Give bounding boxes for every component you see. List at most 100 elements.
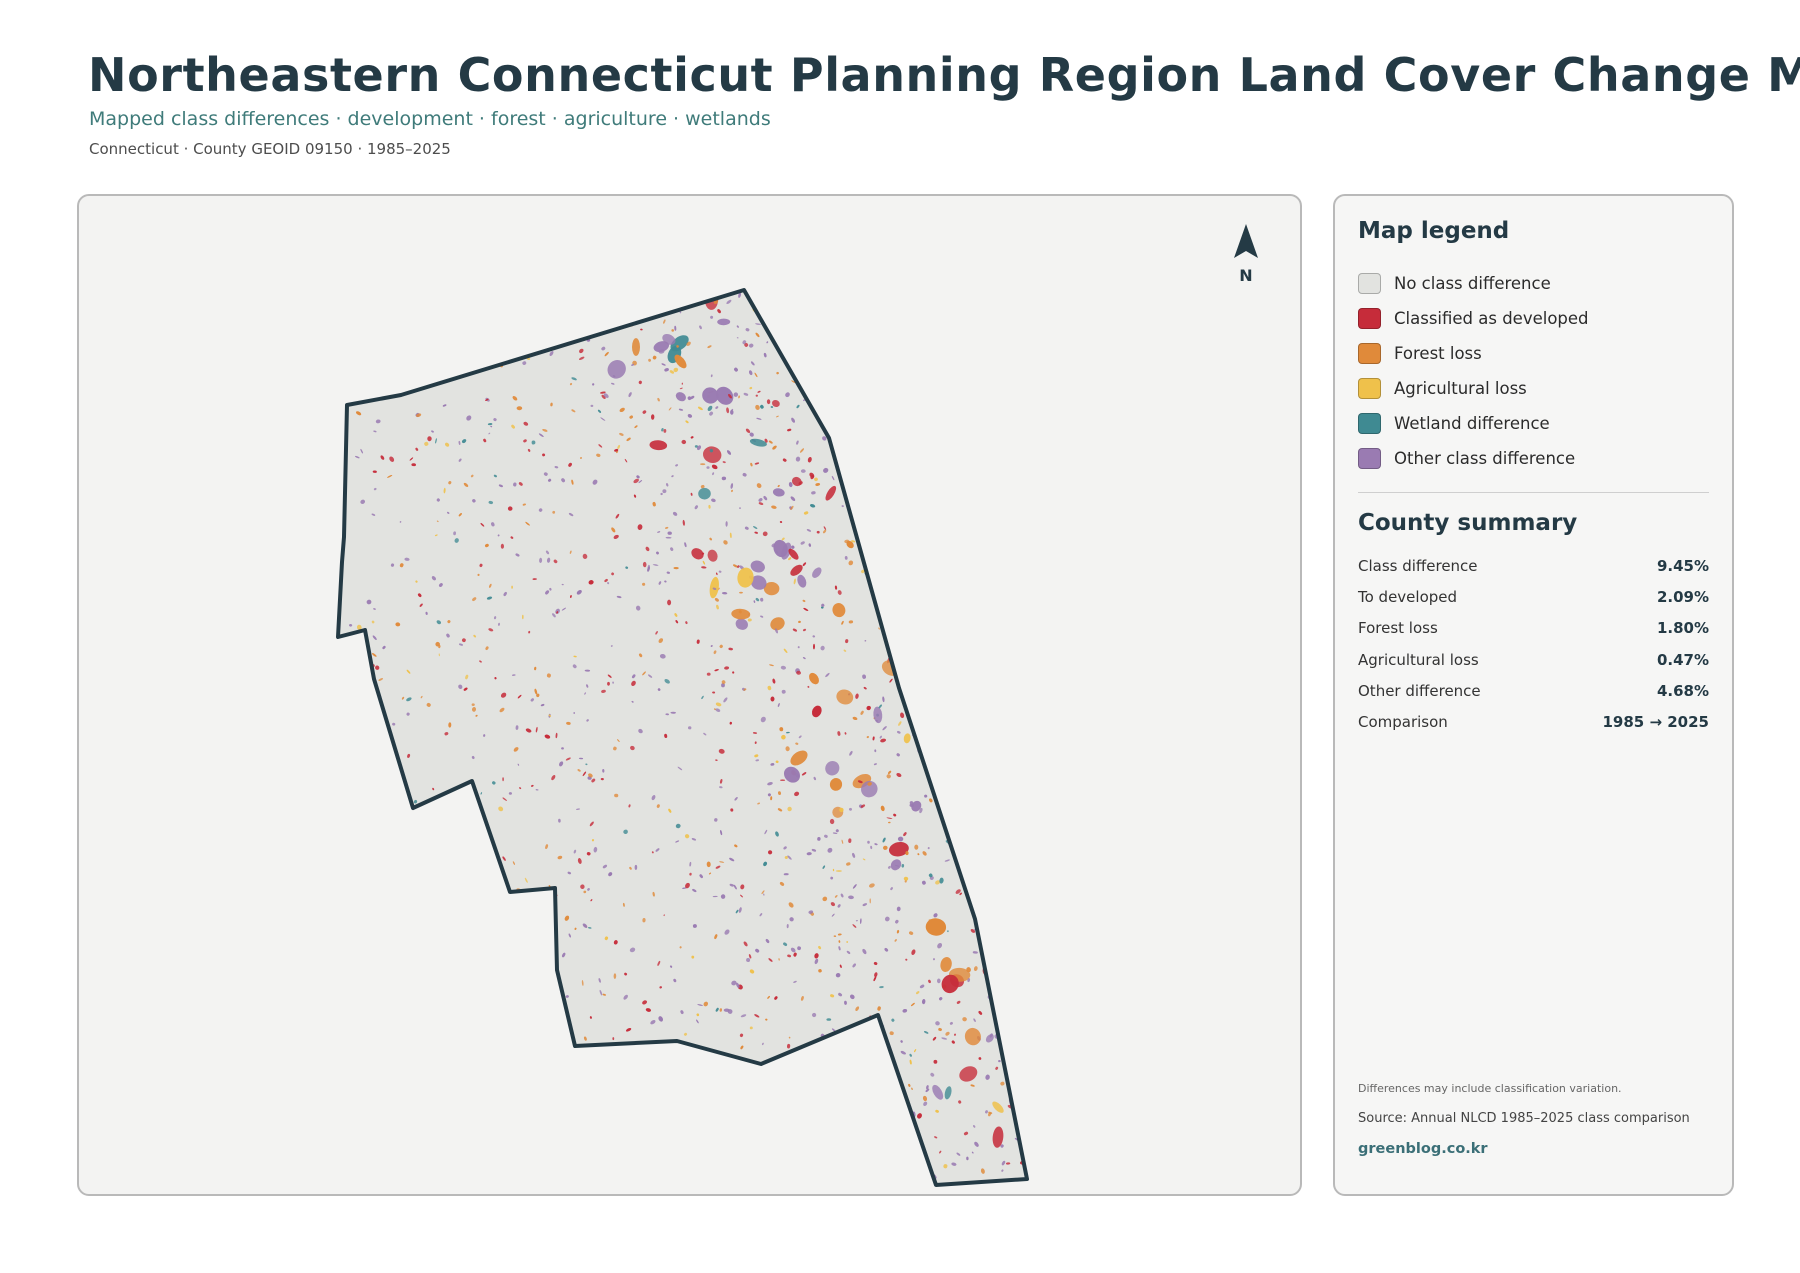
change-patch (959, 464, 964, 470)
change-patch (542, 914, 546, 918)
map-panel[interactable] (77, 194, 1302, 1196)
change-patch (999, 474, 1005, 477)
change-patch (994, 863, 998, 868)
change-patch (415, 836, 421, 840)
change-patch (763, 1106, 769, 1111)
change-patch (693, 1174, 698, 1180)
change-patch (936, 794, 939, 798)
change-patch (982, 533, 986, 536)
change-patch (571, 1068, 575, 1073)
change-patch (389, 293, 394, 297)
change-patch (469, 903, 475, 908)
change-patch (362, 1107, 365, 1111)
change-patch (1010, 969, 1014, 973)
change-patch (361, 766, 364, 770)
change-patch (882, 522, 884, 525)
change-patch (1001, 769, 1006, 772)
change-patch (590, 404, 594, 407)
change-patch (925, 554, 931, 561)
change-patch (955, 701, 959, 708)
change-patch (373, 919, 379, 925)
change-patch (485, 1157, 491, 1163)
change-patch (338, 1032, 341, 1036)
change-patch (966, 734, 969, 739)
change-patch (592, 1074, 595, 1077)
change-patch (546, 903, 551, 910)
change-patch (1020, 1048, 1024, 1054)
change-patch (841, 1076, 847, 1081)
change-patch (361, 987, 367, 994)
change-patch (924, 693, 929, 696)
change-patch (359, 1125, 362, 1130)
change-patch (841, 1107, 844, 1111)
change-patch (876, 556, 881, 563)
change-patch (981, 803, 984, 808)
change-patch (922, 1160, 926, 1165)
change-patch (698, 1124, 702, 1130)
change-patch (360, 386, 364, 390)
change-patch (986, 787, 991, 792)
change-patch (970, 601, 975, 606)
change-patch (858, 1062, 861, 1068)
change-patch (482, 946, 486, 952)
change-patch (1012, 928, 1015, 931)
change-patch (471, 853, 474, 857)
county-map[interactable] (79, 196, 1302, 1196)
change-patch (459, 1093, 462, 1097)
change-patch (523, 330, 527, 335)
change-patch (452, 1073, 456, 1078)
change-patch (449, 1085, 454, 1088)
change-patch (1007, 524, 1013, 528)
change-patch (419, 973, 425, 980)
change-patch (814, 1052, 820, 1058)
change-patch (616, 1055, 618, 1059)
change-patch (768, 1180, 773, 1185)
change-patch (925, 622, 928, 627)
change-patch (390, 1178, 394, 1183)
change-patch (922, 650, 926, 654)
change-patch (942, 566, 947, 572)
change-patch (1024, 361, 1027, 366)
change-patch (932, 442, 936, 446)
change-patch (941, 742, 946, 747)
change-patch (1021, 367, 1026, 372)
change-patch (961, 543, 966, 548)
change-patch (388, 359, 391, 362)
change-patch (1023, 381, 1027, 386)
change-patch (551, 1022, 555, 1026)
change-patch (574, 313, 578, 318)
change-patch (1015, 778, 1019, 781)
change-patch (1023, 776, 1027, 780)
change-patch (1011, 928, 1015, 932)
change-patch (397, 295, 403, 300)
change-patch (786, 1153, 791, 1158)
change-patch (520, 905, 526, 912)
change-patch (381, 812, 385, 817)
change-patch (890, 1086, 895, 1092)
change-patch (383, 910, 388, 913)
change-patch (387, 365, 393, 370)
change-patch (983, 371, 989, 377)
change-patch (350, 801, 355, 806)
change-patch (882, 513, 886, 516)
change-patch (369, 304, 371, 308)
change-patch (867, 1030, 871, 1034)
change-patch (602, 1178, 607, 1182)
change-patch (895, 1159, 898, 1162)
legend-label: Agricultural loss (1394, 379, 1527, 398)
change-patch (979, 697, 984, 700)
change-patch (578, 290, 585, 295)
change-patch (367, 327, 371, 329)
change-patch (986, 712, 990, 718)
change-patch (667, 1180, 671, 1184)
change-patch (379, 1122, 383, 1125)
change-patch (414, 1063, 419, 1068)
change-patch (761, 1171, 766, 1176)
change-patch (1006, 307, 1011, 312)
change-patch (842, 1158, 847, 1162)
change-patch (471, 1090, 474, 1095)
change-patch (965, 392, 970, 399)
north-arrow-icon (1234, 224, 1258, 258)
change-patch (878, 577, 882, 581)
change-patch (944, 366, 948, 370)
